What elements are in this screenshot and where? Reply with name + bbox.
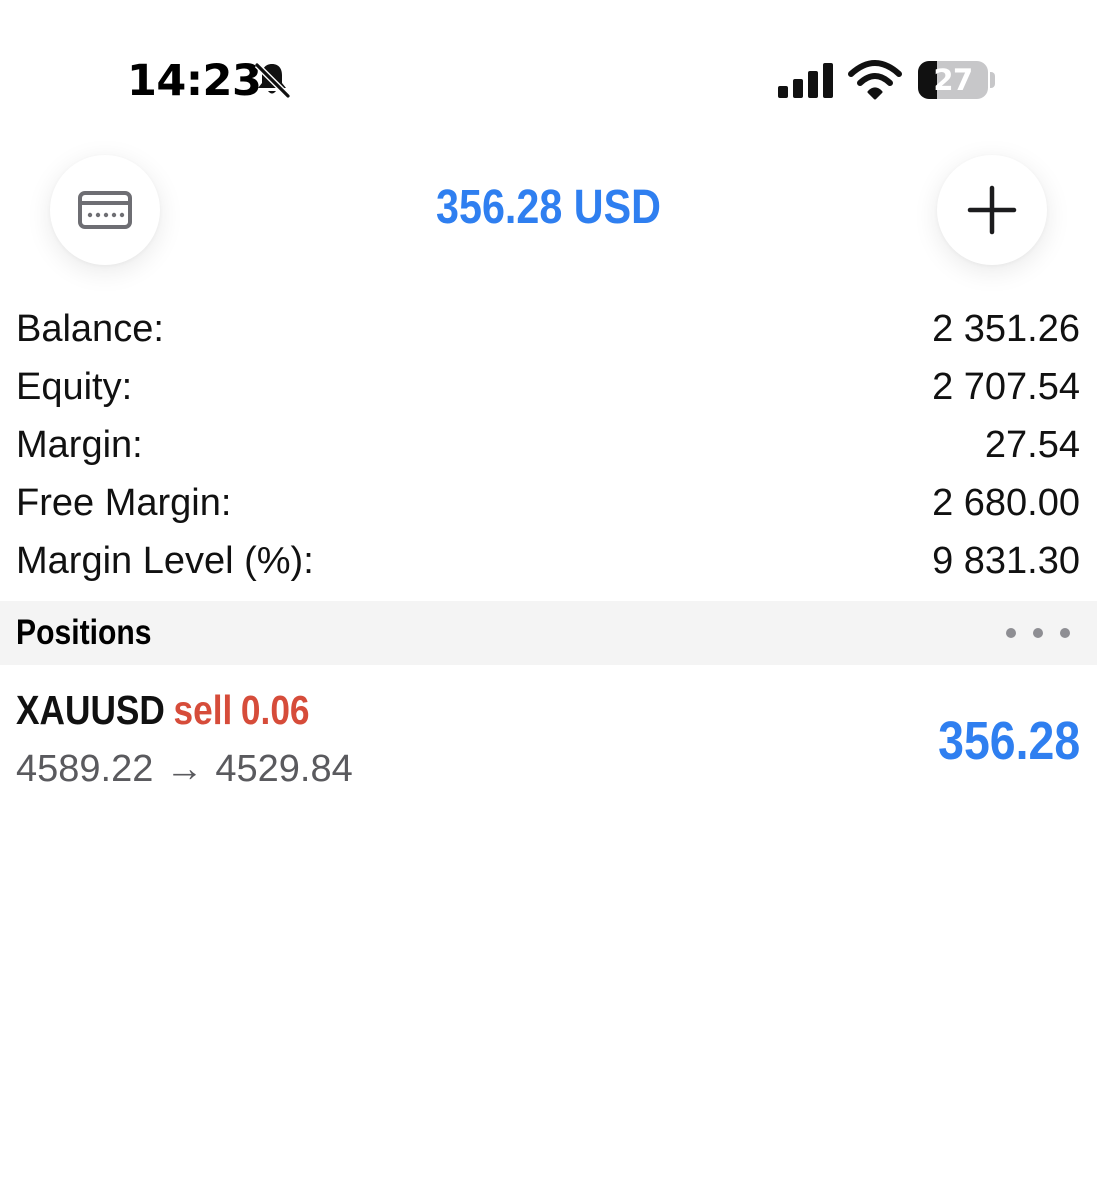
header-total-profit: 356.28 USD xyxy=(436,181,661,234)
status-bar: 14:23 27 xyxy=(0,0,1097,130)
dot xyxy=(1033,628,1043,638)
status-time: 14:23 xyxy=(127,56,262,106)
summary-value: 2 351.26 xyxy=(932,307,1080,350)
position-side: sell xyxy=(173,687,233,733)
summary-row-margin-level: Margin Level (%): 9 831.30 xyxy=(0,532,1097,590)
summary-value: 9 831.30 xyxy=(932,539,1080,582)
position-row[interactable]: XAUUSD sell 0.06 4589.22 → 4529.84 356.28 xyxy=(0,665,1097,805)
summary-row-equity: Equity: 2 707.54 xyxy=(0,358,1097,416)
dot xyxy=(1006,628,1016,638)
summary-value: 2 707.54 xyxy=(932,365,1080,408)
wifi-icon xyxy=(848,60,902,100)
more-dots-icon[interactable] xyxy=(1006,621,1070,645)
position-prices: 4589.22 → 4529.84 xyxy=(16,745,353,793)
battery-level: 27 xyxy=(933,63,973,97)
battery-cap xyxy=(990,72,995,88)
position-open-price: 4589.22 xyxy=(16,748,154,790)
summary-label: Margin Level (%): xyxy=(16,539,314,582)
summary-label: Margin: xyxy=(16,423,143,466)
positions-title: Positions xyxy=(16,613,152,652)
wallet-button[interactable] xyxy=(50,155,160,265)
position-current-price: 4529.84 xyxy=(215,748,353,790)
summary-row-margin: Margin: 27.54 xyxy=(0,416,1097,474)
summary-value: 2 680.00 xyxy=(932,481,1080,524)
bell-slash-icon xyxy=(254,62,291,99)
signal-icon xyxy=(778,63,833,98)
summary-label: Balance: xyxy=(16,307,164,350)
position-symbol: XAUUSD xyxy=(16,687,165,733)
account-summary: Balance: 2 351.26 Equity: 2 707.54 Margi… xyxy=(0,300,1097,590)
arrow-right-icon: → xyxy=(165,748,204,790)
summary-row-balance: Balance: 2 351.26 xyxy=(0,300,1097,358)
position-title: XAUUSD sell 0.06 xyxy=(16,685,310,735)
positions-header: Positions xyxy=(0,601,1097,665)
plus-icon xyxy=(967,185,1017,235)
card-icon xyxy=(78,191,132,229)
summary-label: Equity: xyxy=(16,365,133,408)
summary-label: Free Margin: xyxy=(16,481,232,524)
summary-row-free-margin: Free Margin: 2 680.00 xyxy=(0,474,1097,532)
battery-icon: 27 xyxy=(918,61,988,99)
position-volume: 0.06 xyxy=(240,687,310,733)
position-profit: 356.28 xyxy=(937,711,1080,771)
add-button[interactable] xyxy=(937,155,1047,265)
dot xyxy=(1060,628,1070,638)
summary-value: 27.54 xyxy=(984,423,1080,466)
